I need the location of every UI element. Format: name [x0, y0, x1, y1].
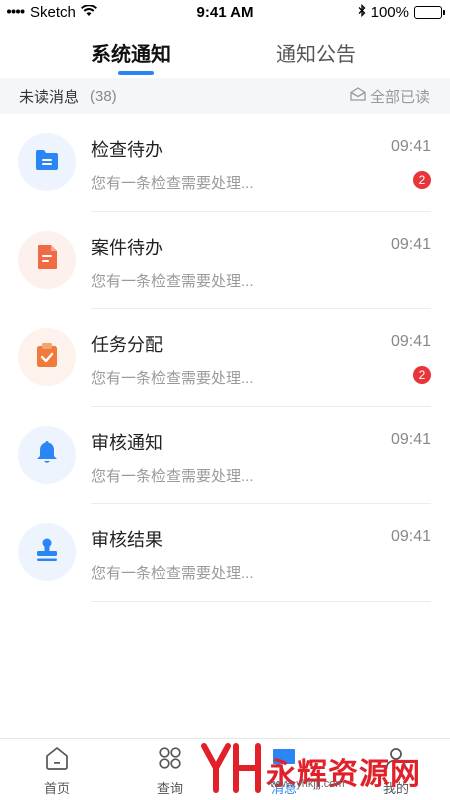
item-description: 您有一条检查需要处理...	[91, 467, 254, 485]
battery-percent: 100%	[370, 4, 409, 21]
nav-query[interactable]: 查询	[140, 745, 200, 797]
item-icon-circle	[18, 133, 76, 191]
active-tab-indicator	[118, 71, 154, 75]
list-item[interactable]: 审核结果 09:41 您有一条检查需要处理...	[0, 504, 450, 602]
mark-all-read-button[interactable]: 全部已读	[350, 86, 430, 107]
unread-badge: 2	[413, 171, 431, 189]
watermark: 永辉资源网 www.yhkjjj.com	[200, 742, 421, 799]
message-list: 检查待办 09:41 您有一条检查需要处理... 2 案件待办 09:41 您有…	[0, 114, 450, 602]
tab-bar: 系统通知 通知公告	[0, 26, 450, 78]
mark-all-read-label: 全部已读	[369, 88, 430, 106]
item-title: 任务分配	[91, 335, 163, 355]
item-icon-circle	[18, 328, 76, 386]
list-item[interactable]: 案件待办 09:41 您有一条检查需要处理...	[0, 212, 450, 309]
item-icon-circle	[18, 523, 76, 581]
divider	[91, 600, 431, 602]
stamp-icon	[34, 537, 60, 568]
item-icon-circle	[18, 230, 76, 289]
unread-badge: 2	[413, 366, 431, 384]
bell-icon	[35, 439, 59, 470]
unread-label: 未读消息	[19, 88, 80, 106]
item-description: 您有一条检查需要处理...	[91, 370, 254, 387]
item-icon-circle	[18, 425, 76, 484]
item-time: 09:41	[390, 235, 431, 253]
watermark-url: www.yhkjjj.com	[270, 778, 345, 790]
unread-bar: 未读消息 (38) 全部已读	[0, 78, 450, 114]
item-title: 审核结果	[91, 530, 163, 550]
nav-home[interactable]: 首页	[27, 745, 87, 797]
item-time: 09:41	[390, 528, 431, 545]
item-time: 09:41	[390, 430, 431, 448]
folder-doc-icon	[34, 148, 60, 177]
watermark-logo-icon	[200, 742, 262, 799]
unread-count: (38)	[90, 87, 117, 105]
home-icon	[44, 747, 70, 775]
item-title: 案件待办	[91, 237, 163, 258]
grid-icon	[157, 747, 183, 775]
item-time: 09:41	[390, 333, 431, 350]
battery-icon	[414, 6, 445, 19]
status-bar: Sketch 9:41 AM 100%	[0, 0, 450, 26]
list-item[interactable]: 审核通知 09:41 您有一条检查需要处理...	[0, 407, 450, 504]
tab-announcement[interactable]: 通知公告	[276, 38, 356, 67]
nav-home-label: 首页	[43, 781, 70, 796]
status-right: 100%	[358, 3, 445, 21]
item-title: 检查待办	[91, 140, 163, 160]
clipboard-check-icon	[35, 342, 59, 373]
bluetooth-icon	[358, 3, 366, 21]
item-description: 您有一条检查需要处理...	[91, 565, 254, 582]
document-icon	[36, 244, 58, 275]
list-item[interactable]: 任务分配 09:41 您有一条检查需要处理... 2	[0, 309, 450, 407]
item-title: 审核通知	[91, 432, 163, 453]
tab-system-notice[interactable]: 系统通知	[91, 38, 171, 67]
item-description: 您有一条检查需要处理...	[91, 175, 254, 192]
item-time: 09:41	[390, 138, 431, 155]
envelope-open-icon	[350, 87, 366, 105]
nav-query-label: 查询	[156, 781, 183, 796]
item-description: 您有一条检查需要处理...	[91, 272, 254, 290]
list-item[interactable]: 检查待办 09:41 您有一条检查需要处理... 2	[0, 114, 450, 212]
